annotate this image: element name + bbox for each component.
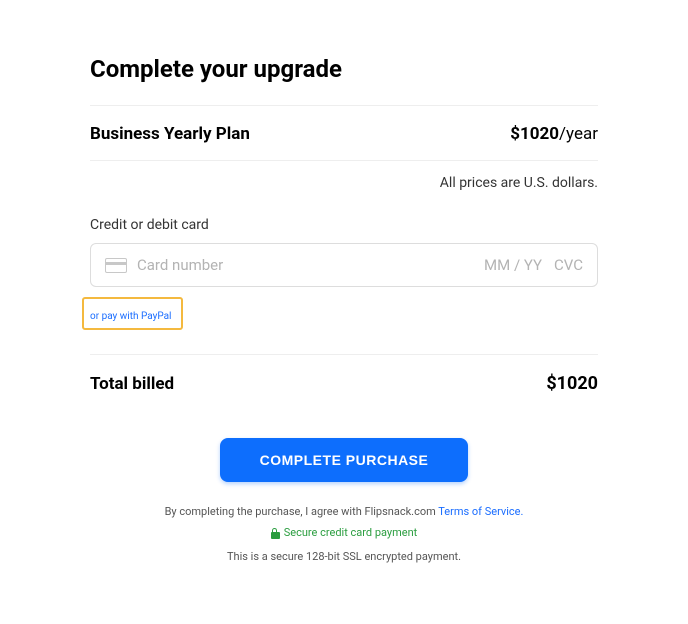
total-amount: $1020 (546, 373, 598, 394)
plan-price: $1020/year (510, 124, 598, 144)
checkout-form: Complete your upgrade Business Yearly Pl… (90, 55, 598, 568)
button-row: COMPLETE PURCHASE (90, 412, 598, 502)
card-expiry-placeholder: MM / YY (484, 256, 542, 274)
credit-card-icon (105, 258, 127, 273)
total-row: Total billed $1020 (90, 355, 598, 412)
complete-purchase-button[interactable]: COMPLETE PURCHASE (220, 438, 469, 482)
currency-note: All prices are U.S. dollars. (90, 161, 598, 217)
card-number-placeholder: Card number (137, 256, 484, 274)
plan-name: Business Yearly Plan (90, 124, 250, 144)
plan-price-period: /year (559, 124, 598, 144)
secure-payment-text: Secure credit card payment (284, 523, 418, 544)
total-label: Total billed (90, 374, 174, 394)
footer-text: By completing the purchase, I agree with… (90, 502, 598, 568)
secure-line-wrap: Secure credit card payment (90, 523, 598, 547)
plan-price-amount: $1020 (510, 124, 559, 144)
ssl-line: This is a secure 128-bit SSL encrypted p… (90, 547, 598, 568)
card-field-label: Credit or debit card (90, 217, 598, 233)
agree-prefix: By completing the purchase, I agree with… (165, 505, 439, 518)
page-title: Complete your upgrade (90, 55, 598, 105)
card-input[interactable]: Card number MM / YY CVC (90, 243, 598, 287)
plan-row: Business Yearly Plan $1020/year (90, 106, 598, 160)
lock-icon (271, 528, 280, 539)
paypal-highlight-box: or pay with PayPal (82, 297, 183, 330)
agree-line: By completing the purchase, I agree with… (90, 502, 598, 523)
terms-of-service-link[interactable]: Terms of Service. (438, 505, 523, 518)
paypal-link[interactable]: or pay with PayPal (90, 311, 171, 322)
card-cvc-placeholder: CVC (554, 256, 583, 274)
secure-payment-line: Secure credit card payment (271, 523, 418, 544)
